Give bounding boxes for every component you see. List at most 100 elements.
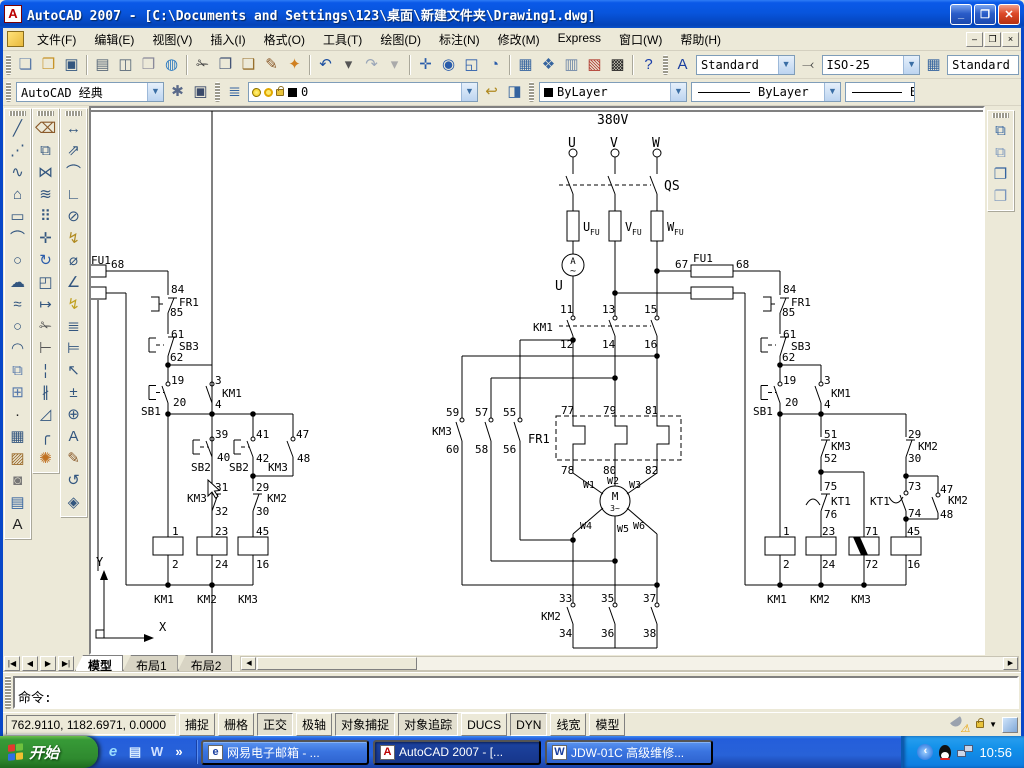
- bring-to-front-icon[interactable]: ⧉: [989, 120, 1012, 142]
- status-menu-arrow-icon[interactable]: ▼: [989, 720, 997, 729]
- dim-continue-icon[interactable]: ⊨: [62, 338, 85, 360]
- extend-icon[interactable]: ⊢: [34, 338, 57, 360]
- status-toggle-osnap[interactable]: 对象捕捉: [335, 713, 395, 736]
- tab-prev[interactable]: ◀: [22, 656, 38, 671]
- network-icon[interactable]: [957, 745, 973, 759]
- pan-icon[interactable]: ✛: [414, 54, 437, 76]
- table-style-combobox[interactable]: Standard: [947, 55, 1019, 75]
- table-style-icon[interactable]: ▦: [922, 54, 945, 76]
- workspace-combobox[interactable]: AutoCAD 经典▼: [16, 82, 164, 102]
- chevron-down-icon[interactable]: ▼: [670, 83, 686, 101]
- layer-freeze-icon[interactable]: [264, 88, 273, 97]
- toolbar-grip[interactable]: [9, 111, 26, 116]
- toolbar-grip[interactable]: [992, 113, 1009, 118]
- layer-previous-icon[interactable]: ↩: [480, 81, 503, 103]
- status-toggle-grid[interactable]: 栅格: [218, 713, 254, 736]
- match-properties-icon[interactable]: ✎: [260, 54, 283, 76]
- undo-dropdown-icon[interactable]: ▾: [337, 54, 360, 76]
- table-icon[interactable]: ▤: [6, 492, 29, 514]
- insert-block-icon[interactable]: ⧉: [6, 360, 29, 382]
- region-icon[interactable]: ◙: [6, 470, 29, 492]
- menu-window[interactable]: 窗口(W): [610, 28, 671, 51]
- word-quicklaunch-icon[interactable]: W: [148, 743, 166, 761]
- mtext-icon[interactable]: A: [6, 514, 29, 536]
- redo-dropdown-icon[interactable]: ▾: [383, 54, 406, 76]
- plot-icon[interactable]: ▤: [91, 54, 114, 76]
- point-icon[interactable]: ·: [6, 404, 29, 426]
- toolbar-grip[interactable]: [65, 111, 82, 116]
- toolbar-grip[interactable]: [6, 82, 11, 102]
- dim-aligned-icon[interactable]: ⇗: [62, 140, 85, 162]
- mdi-minimize-button[interactable]: –: [966, 32, 983, 47]
- show-desktop-icon[interactable]: ▤: [126, 743, 144, 761]
- menu-file[interactable]: 文件(F): [28, 28, 85, 51]
- minimize-button[interactable]: _: [950, 4, 972, 25]
- undo-icon[interactable]: ↶: [314, 54, 337, 76]
- zoom-previous-icon[interactable]: ◔: [483, 54, 506, 76]
- new-icon[interactable]: ❏: [14, 54, 37, 76]
- center-mark-icon[interactable]: ⊕: [62, 404, 85, 426]
- status-toggle-ducs[interactable]: DUCS: [461, 713, 507, 736]
- workspace-settings-icon[interactable]: ✱: [166, 81, 189, 103]
- chamfer-icon[interactable]: ◿: [34, 404, 57, 426]
- array-icon[interactable]: ⠿: [34, 206, 57, 228]
- gradient-icon[interactable]: ▨: [6, 448, 29, 470]
- menu-draw[interactable]: 绘图(D): [371, 28, 430, 51]
- layer-lock-icon[interactable]: [276, 89, 284, 96]
- offset-icon[interactable]: ≋: [34, 184, 57, 206]
- mirror-icon[interactable]: ⋈: [34, 162, 57, 184]
- break-icon[interactable]: ∦: [34, 382, 57, 404]
- clean-screen-icon[interactable]: [1002, 717, 1018, 733]
- dim-baseline-icon[interactable]: ≣: [62, 316, 85, 338]
- scale-icon[interactable]: ◰: [34, 272, 57, 294]
- erase-icon[interactable]: ⌫: [34, 118, 57, 140]
- status-toggle-polar[interactable]: 极轴: [296, 713, 332, 736]
- lineweight-combobox[interactable]: B: [845, 82, 915, 102]
- move-icon[interactable]: ✛: [34, 228, 57, 250]
- open-icon[interactable]: ❒: [37, 54, 60, 76]
- horizontal-scrollbar[interactable]: ◀ ▶: [240, 656, 1019, 671]
- send-under-objects-icon[interactable]: ❐: [989, 186, 1012, 208]
- zoom-window-icon[interactable]: ◱: [460, 54, 483, 76]
- status-toggle-dyn[interactable]: DYN: [510, 713, 547, 736]
- status-toggle-ortho[interactable]: 正交: [257, 713, 293, 736]
- layer-properties-manager-icon[interactable]: ≣: [223, 81, 246, 103]
- quick-leader-icon[interactable]: ↖: [62, 360, 85, 382]
- menu-dimension[interactable]: 标注(N): [430, 28, 489, 51]
- rotate-icon[interactable]: ↻: [34, 250, 57, 272]
- toolbar-grip[interactable]: [6, 55, 11, 75]
- color-combobox[interactable]: ByLayer ▼: [539, 82, 687, 102]
- tab-layout1[interactable]: 布局1: [123, 655, 178, 671]
- linetype-combobox[interactable]: ByLayer ▼: [691, 82, 841, 102]
- polyline-icon[interactable]: ∿: [6, 162, 29, 184]
- tolerance-icon[interactable]: ±: [62, 382, 85, 404]
- drawing-canvas[interactable]: 380VUVWQSUFUVFUWFUA~U67FU168111315KM1121…: [89, 106, 985, 655]
- taskbar-task-2[interactable]: AAutoCAD 2007 - [...: [373, 740, 541, 765]
- tray-expand-icon[interactable]: ‹: [917, 744, 933, 760]
- tab-layout2[interactable]: 布局2: [178, 655, 233, 671]
- explode-icon[interactable]: ✺: [34, 448, 57, 470]
- toolbar-grip[interactable]: [37, 111, 54, 116]
- toolbar-grip[interactable]: [663, 55, 668, 75]
- status-toggle-otrack[interactable]: 对象追踪: [398, 713, 458, 736]
- quickcalc-icon[interactable]: ▩: [606, 54, 629, 76]
- ellipse-icon[interactable]: ○: [6, 316, 29, 338]
- circle-icon[interactable]: ○: [6, 250, 29, 272]
- dim-style-icon[interactable]: ⤙: [797, 54, 820, 76]
- redo-icon[interactable]: ↷: [360, 54, 383, 76]
- dim-update-icon[interactable]: ↺: [62, 470, 85, 492]
- close-button[interactable]: ✕: [998, 4, 1020, 25]
- status-toggle-snap[interactable]: 捕捉: [179, 713, 215, 736]
- menu-modify[interactable]: 修改(M): [489, 28, 549, 51]
- zoom-realtime-icon[interactable]: ◉: [437, 54, 460, 76]
- polygon-icon[interactable]: ⌂: [6, 184, 29, 206]
- workspace-save-icon[interactable]: ▣: [189, 81, 212, 103]
- rectangle-icon[interactable]: ▭: [6, 206, 29, 228]
- dim-style-combobox[interactable]: ISO-25▼: [822, 55, 921, 75]
- sheet-set-manager-icon[interactable]: ▧: [583, 54, 606, 76]
- chevron-down-icon[interactable]: ▼: [903, 56, 919, 74]
- dim-ordinate-icon[interactable]: ∟: [62, 184, 85, 206]
- toolbar-lock-icon[interactable]: [976, 721, 984, 728]
- text-style-combobox[interactable]: Standard▼: [696, 55, 795, 75]
- toolbar-grip[interactable]: [215, 82, 220, 102]
